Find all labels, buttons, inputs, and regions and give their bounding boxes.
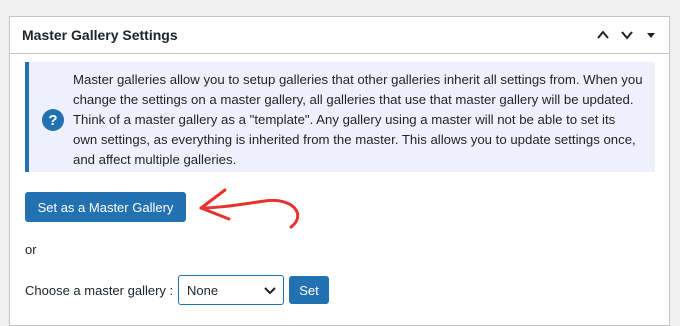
chevron-down-icon [263,283,277,302]
or-separator: or [25,242,37,257]
panel-title: Master Gallery Settings [22,27,178,43]
chevron-down-icon[interactable] [617,25,637,45]
question-mark-circle-icon: ? [42,109,64,131]
notice-text: Master galleries allow you to setup gall… [73,72,643,167]
choose-master-gallery-label: Choose a master gallery : [25,283,174,298]
annotation-arrow-icon [199,188,300,229]
master-gallery-settings-panel: Master Gallery Settings ? Master galleri… [9,16,670,326]
panel-header: Master Gallery Settings [10,17,669,54]
chevron-up-icon[interactable] [593,25,613,45]
set-as-master-gallery-button[interactable]: Set as a Master Gallery [25,192,186,222]
master-gallery-select[interactable]: None [178,275,284,305]
panel-header-controls [593,25,661,45]
select-value: None [187,283,219,298]
triangle-down-icon[interactable] [641,25,661,45]
info-notice: ? Master galleries allow you to setup ga… [25,62,655,172]
set-button[interactable]: Set [289,276,329,304]
